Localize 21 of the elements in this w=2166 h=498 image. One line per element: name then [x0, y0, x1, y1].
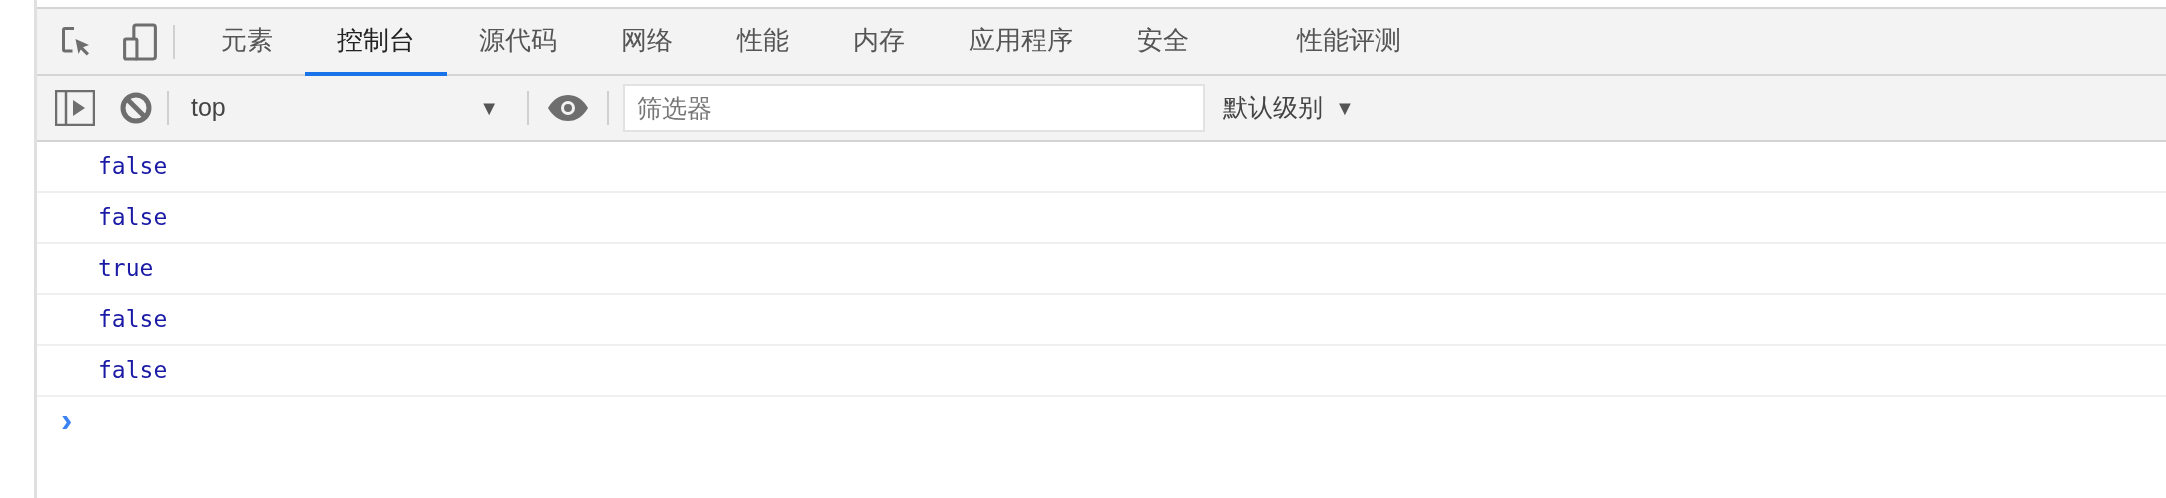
clear-icon[interactable] — [119, 91, 153, 125]
console-output: false — [98, 356, 168, 386]
tab[interactable]: 网络 — [589, 9, 705, 76]
tab[interactable]: 源代码 — [447, 9, 589, 76]
eye-icon[interactable] — [547, 94, 589, 122]
tab[interactable]: 应用程序 — [937, 9, 1105, 76]
filter-field[interactable]: 筛选器 — [623, 84, 1205, 132]
levels-dropdown[interactable]: 默认级别 ▼ — [1223, 89, 1355, 127]
tab[interactable]: 安全 — [1105, 9, 1221, 76]
tab[interactable]: 内存 — [821, 9, 937, 76]
console-output: false — [98, 152, 168, 182]
tab[interactable]: 性能 — [705, 9, 821, 76]
context-dropdown[interactable]: top ▼ — [183, 89, 513, 127]
device-icon[interactable] — [121, 21, 159, 62]
console-output: true — [98, 254, 154, 284]
tab[interactable]: 元素 — [189, 9, 305, 76]
console-output: false — [98, 305, 168, 335]
tab[interactable]: 性能评测 — [1265, 9, 1433, 76]
console-output: false — [98, 203, 168, 233]
prompt-caret[interactable]: › — [61, 402, 73, 436]
sidebar-toggle-icon[interactable] — [55, 90, 95, 126]
